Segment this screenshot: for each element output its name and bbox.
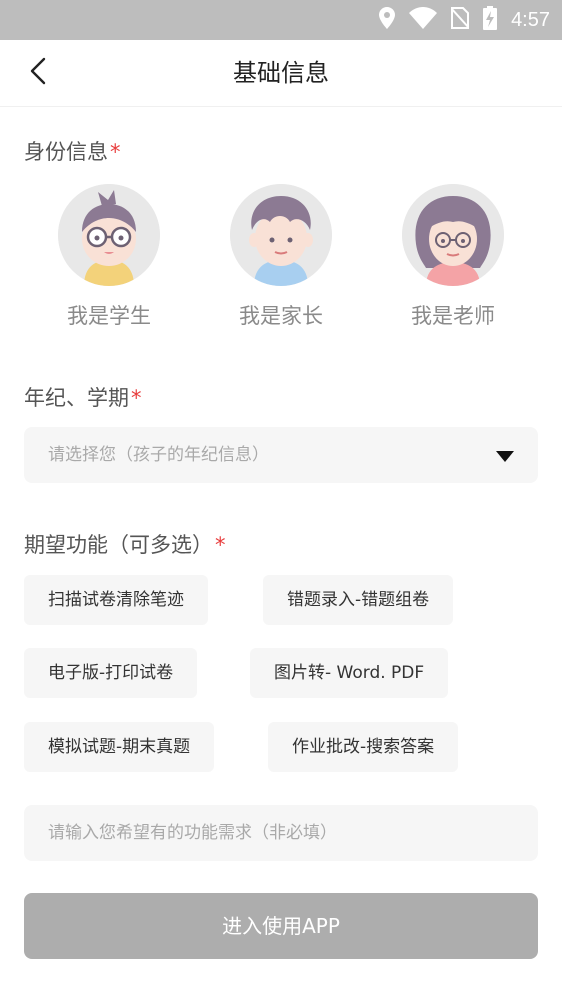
parent-avatar-icon — [230, 184, 332, 286]
wifi-icon — [409, 7, 438, 33]
feature-option-scan-clear[interactable]: 扫描试卷清除笔迹 — [24, 575, 208, 625]
grade-section-title: 年纪、学期* — [24, 382, 142, 412]
chevron-left-icon — [30, 57, 46, 89]
status-icons: 4:57 — [379, 6, 550, 34]
grade-select-placeholder: 请选择您（孩子的年纪信息） — [48, 445, 269, 465]
student-avatar-icon — [58, 184, 160, 286]
grade-select[interactable]: 请选择您（孩子的年纪信息） — [24, 427, 538, 483]
required-mark: * — [131, 386, 142, 410]
battery-charging-icon — [483, 6, 498, 34]
teacher-avatar-icon — [402, 184, 504, 286]
grade-label: 年纪、学期 — [24, 386, 129, 410]
no-sim-icon — [450, 7, 470, 33]
role-teacher-label: 我是老师 — [411, 304, 495, 328]
feature-needs-input[interactable] — [24, 805, 538, 861]
role-teacher[interactable]: 我是老师 — [383, 184, 523, 330]
feature-option-print-paper[interactable]: 电子版-打印试卷 — [24, 648, 198, 698]
status-bar: 4:57 — [0, 0, 562, 40]
status-time: 4:57 — [511, 8, 550, 31]
identity-section-title: 身份信息* — [24, 136, 121, 166]
required-mark: * — [215, 533, 226, 557]
nav-bar: 基础信息 — [0, 40, 562, 107]
location-icon — [379, 7, 396, 33]
feature-option-homework-grading[interactable]: 作业批改-搜索答案 — [268, 722, 459, 772]
role-parent-label: 我是家长 — [239, 304, 323, 328]
feature-option-mock-exam[interactable]: 模拟试题-期末真题 — [24, 722, 215, 772]
features-section-title: 期望功能（可多选）* — [24, 529, 226, 559]
feature-option-image-convert[interactable]: 图片转- Word. PDF — [250, 648, 449, 698]
back-button[interactable] — [18, 53, 58, 93]
role-parent[interactable]: 我是家长 — [211, 184, 351, 330]
identity-label: 身份信息 — [24, 140, 108, 164]
feature-option-mistake-collection[interactable]: 错题录入-错题组卷 — [263, 575, 454, 625]
enter-app-button[interactable]: 进入使用APP — [24, 893, 538, 959]
page-title: 基础信息 — [233, 59, 329, 87]
triangle-down-icon — [496, 448, 514, 467]
role-student[interactable]: 我是学生 — [39, 184, 179, 330]
role-student-label: 我是学生 — [67, 304, 151, 328]
required-mark: * — [110, 140, 121, 164]
features-label: 期望功能（可多选） — [24, 533, 213, 557]
